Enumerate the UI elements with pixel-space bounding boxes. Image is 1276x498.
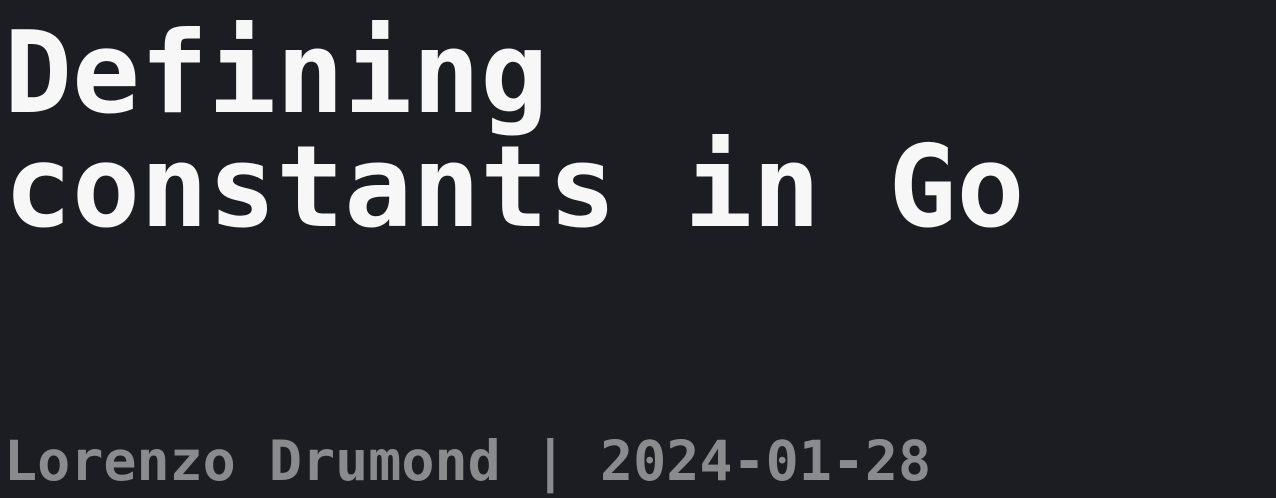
post-byline: Lorenzo Drumond | 2024-01-28: [4, 429, 932, 493]
page-title-line-2: constants in Go: [4, 121, 1025, 253]
page-title-line-1: Defining: [4, 7, 549, 139]
page-title: Defining constants in Go: [4, 16, 1024, 244]
